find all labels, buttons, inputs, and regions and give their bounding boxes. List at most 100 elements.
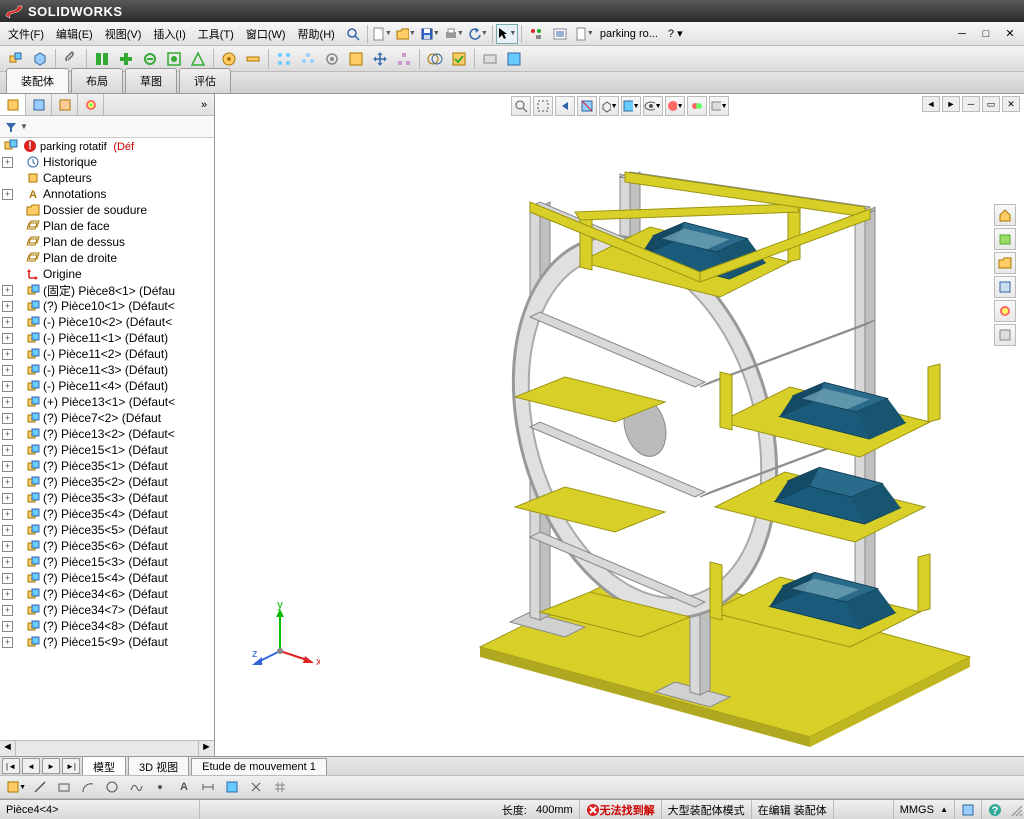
sketch-circle-icon[interactable] <box>101 777 123 797</box>
toolbar-check-icon[interactable] <box>448 48 470 70</box>
tab-nav-prev[interactable]: ◄ <box>22 758 40 774</box>
sketch-spline-icon[interactable] <box>125 777 147 797</box>
orientation-triad[interactable]: y x z <box>250 601 320 671</box>
tree-root[interactable]: ! parking rotatif (Déf <box>0 138 214 154</box>
sketch-relation-icon[interactable] <box>221 777 243 797</box>
vp-min-icon[interactable]: ─ <box>962 96 980 112</box>
tree-part-item[interactable]: +(固定) Pièce8<1> (Défau <box>0 282 214 298</box>
tree-part-item[interactable]: +(+) Pièce13<1> (Défaut< <box>0 394 214 410</box>
tree-item[interactable]: Capteurs <box>0 170 214 186</box>
menu-file[interactable]: 文件(F) <box>2 23 50 45</box>
ribbon-tab-sketch[interactable]: 草图 <box>125 68 177 93</box>
filter-icon[interactable] <box>4 120 18 134</box>
tree-item[interactable]: Plan de dessus <box>0 234 214 250</box>
toolbar-mate1-icon[interactable] <box>218 48 240 70</box>
rebuild-icon[interactable] <box>525 24 547 44</box>
fm-tab-property[interactable] <box>26 94 52 115</box>
vp-max-icon[interactable]: ▭ <box>982 96 1000 112</box>
graphics-viewport[interactable]: ▼ ▼ ▼ ▼ ▼ ◄ ► ─ ▭ ✕ <box>215 94 1024 756</box>
fm-tab-config[interactable] <box>52 94 78 115</box>
tree-part-item[interactable]: +(?) Pièce35<1> (Défaut <box>0 458 214 474</box>
fm-tree-body[interactable]: ! parking rotatif (Déf +HistoriqueCapteu… <box>0 138 214 740</box>
tree-part-item[interactable]: +(-) Pièce10<2> (Défaut< <box>0 314 214 330</box>
search-icon[interactable] <box>342 24 364 44</box>
tree-part-item[interactable]: +(?) Pièce10<1> (Défaut< <box>0 298 214 314</box>
tree-part-item[interactable]: +(?) Pièce13<2> (Défaut< <box>0 426 214 442</box>
menu-tools[interactable]: 工具(T) <box>192 23 240 45</box>
toolbar-gear-icon[interactable] <box>321 48 343 70</box>
menu-edit[interactable]: 编辑(E) <box>50 23 99 45</box>
toolbar-green1-icon[interactable] <box>91 48 113 70</box>
scene-icon[interactable] <box>687 96 707 116</box>
tree-item[interactable]: Dossier de soudure <box>0 202 214 218</box>
appearance-icon[interactable]: ▼ <box>665 96 685 116</box>
sketch-rect-icon[interactable] <box>53 777 75 797</box>
toolbar-pattern2-icon[interactable] <box>297 48 319 70</box>
current-file-name[interactable]: parking ro... <box>596 28 662 40</box>
tree-part-item[interactable]: +(?) Pièce15<4> (Défaut <box>0 570 214 586</box>
fm-tab-display[interactable] <box>78 94 104 115</box>
view-settings-icon[interactable]: ▼ <box>709 96 729 116</box>
tree-item[interactable]: Plan de droite <box>0 250 214 266</box>
menu-help[interactable]: 帮助(H) <box>292 23 341 45</box>
maximize-button[interactable]: □ <box>975 24 997 44</box>
fm-hscroll[interactable]: ◄ ► <box>0 740 214 756</box>
previous-view-icon[interactable] <box>555 96 575 116</box>
sketch-line-icon[interactable] <box>29 777 51 797</box>
tab-model[interactable]: 模型 <box>82 756 126 777</box>
select-arrow-icon[interactable]: ▼ <box>496 24 518 44</box>
status-help-icon[interactable]: ? <box>982 800 1008 819</box>
zoom-area-icon[interactable] <box>533 96 553 116</box>
task-custom-icon[interactable] <box>994 324 1016 346</box>
ribbon-tab-assembly[interactable]: 装配体 <box>6 68 69 93</box>
toolbar-green3-icon[interactable] <box>139 48 161 70</box>
tree-part-item[interactable]: +(-) Pièce11<1> (Défaut) <box>0 330 214 346</box>
tree-item[interactable]: +AAnnotations <box>0 186 214 202</box>
tree-part-item[interactable]: +(?) Pièce15<9> (Défaut <box>0 634 214 650</box>
tree-item[interactable]: +Historique <box>0 154 214 170</box>
toolbar-green2-icon[interactable] <box>115 48 137 70</box>
tree-part-item[interactable]: +(-) Pièce11<4> (Défaut) <box>0 378 214 394</box>
save-icon[interactable]: ▼ <box>419 24 441 44</box>
toolbar-green4-icon[interactable] <box>163 48 185 70</box>
tree-part-item[interactable]: +(?) Pièce34<8> (Défaut <box>0 618 214 634</box>
close-button[interactable]: ✕ <box>999 24 1021 44</box>
fm-tab-tree[interactable] <box>0 94 26 115</box>
sketch-view-icon[interactable]: ▼ <box>5 777 27 797</box>
vp-back-icon[interactable]: ◄ <box>922 96 940 112</box>
tree-part-item[interactable]: +(-) Pièce11<2> (Défaut) <box>0 346 214 362</box>
task-view-icon[interactable] <box>994 276 1016 298</box>
tree-part-item[interactable]: +(?) Pièce7<2> (Défaut <box>0 410 214 426</box>
display-style-icon[interactable]: ▼ <box>621 96 641 116</box>
vp-fwd-icon[interactable]: ► <box>942 96 960 112</box>
toolbar-misc-icon[interactable] <box>503 48 525 70</box>
undo-icon[interactable]: ▼ <box>467 24 489 44</box>
vp-close-icon[interactable]: ✕ <box>1002 96 1020 112</box>
toolbar-hide-icon[interactable] <box>479 48 501 70</box>
document-icon[interactable]: ▼ <box>573 24 595 44</box>
tab-nav-first[interactable]: |◄ <box>2 758 20 774</box>
menu-insert[interactable]: 插入(I) <box>147 23 191 45</box>
tree-part-item[interactable]: +(?) Pièce15<1> (Défaut <box>0 442 214 458</box>
toolbar-mate2-icon[interactable] <box>242 48 264 70</box>
menu-window[interactable]: 窗口(W) <box>240 23 292 45</box>
tab-motion-study[interactable]: Etude de mouvement 1 <box>191 758 327 775</box>
task-home-icon[interactable] <box>994 204 1016 226</box>
minimize-button[interactable]: ─ <box>951 24 973 44</box>
task-explorer-icon[interactable] <box>994 252 1016 274</box>
view-orientation-icon[interactable]: ▼ <box>599 96 619 116</box>
canvas-3d[interactable]: y x z <box>215 94 1024 756</box>
open-document-icon[interactable]: ▼ <box>395 24 417 44</box>
toolbar-interference-icon[interactable] <box>424 48 446 70</box>
zoom-fit-icon[interactable] <box>511 96 531 116</box>
task-library-icon[interactable] <box>994 228 1016 250</box>
status-units[interactable]: MMGS ▲ <box>894 800 955 819</box>
resize-grip-icon[interactable] <box>1008 802 1024 818</box>
task-appearance-icon[interactable] <box>994 300 1016 322</box>
tree-part-item[interactable]: +(-) Pièce11<3> (Défaut) <box>0 362 214 378</box>
tab-3d-view[interactable]: 3D 视图 <box>128 756 189 777</box>
toolbar-component-icon[interactable] <box>345 48 367 70</box>
sketch-text-icon[interactable]: A <box>173 777 195 797</box>
toolbar-assembly-icon[interactable] <box>5 48 27 70</box>
help-dropdown[interactable]: ? ▾ <box>662 24 689 43</box>
